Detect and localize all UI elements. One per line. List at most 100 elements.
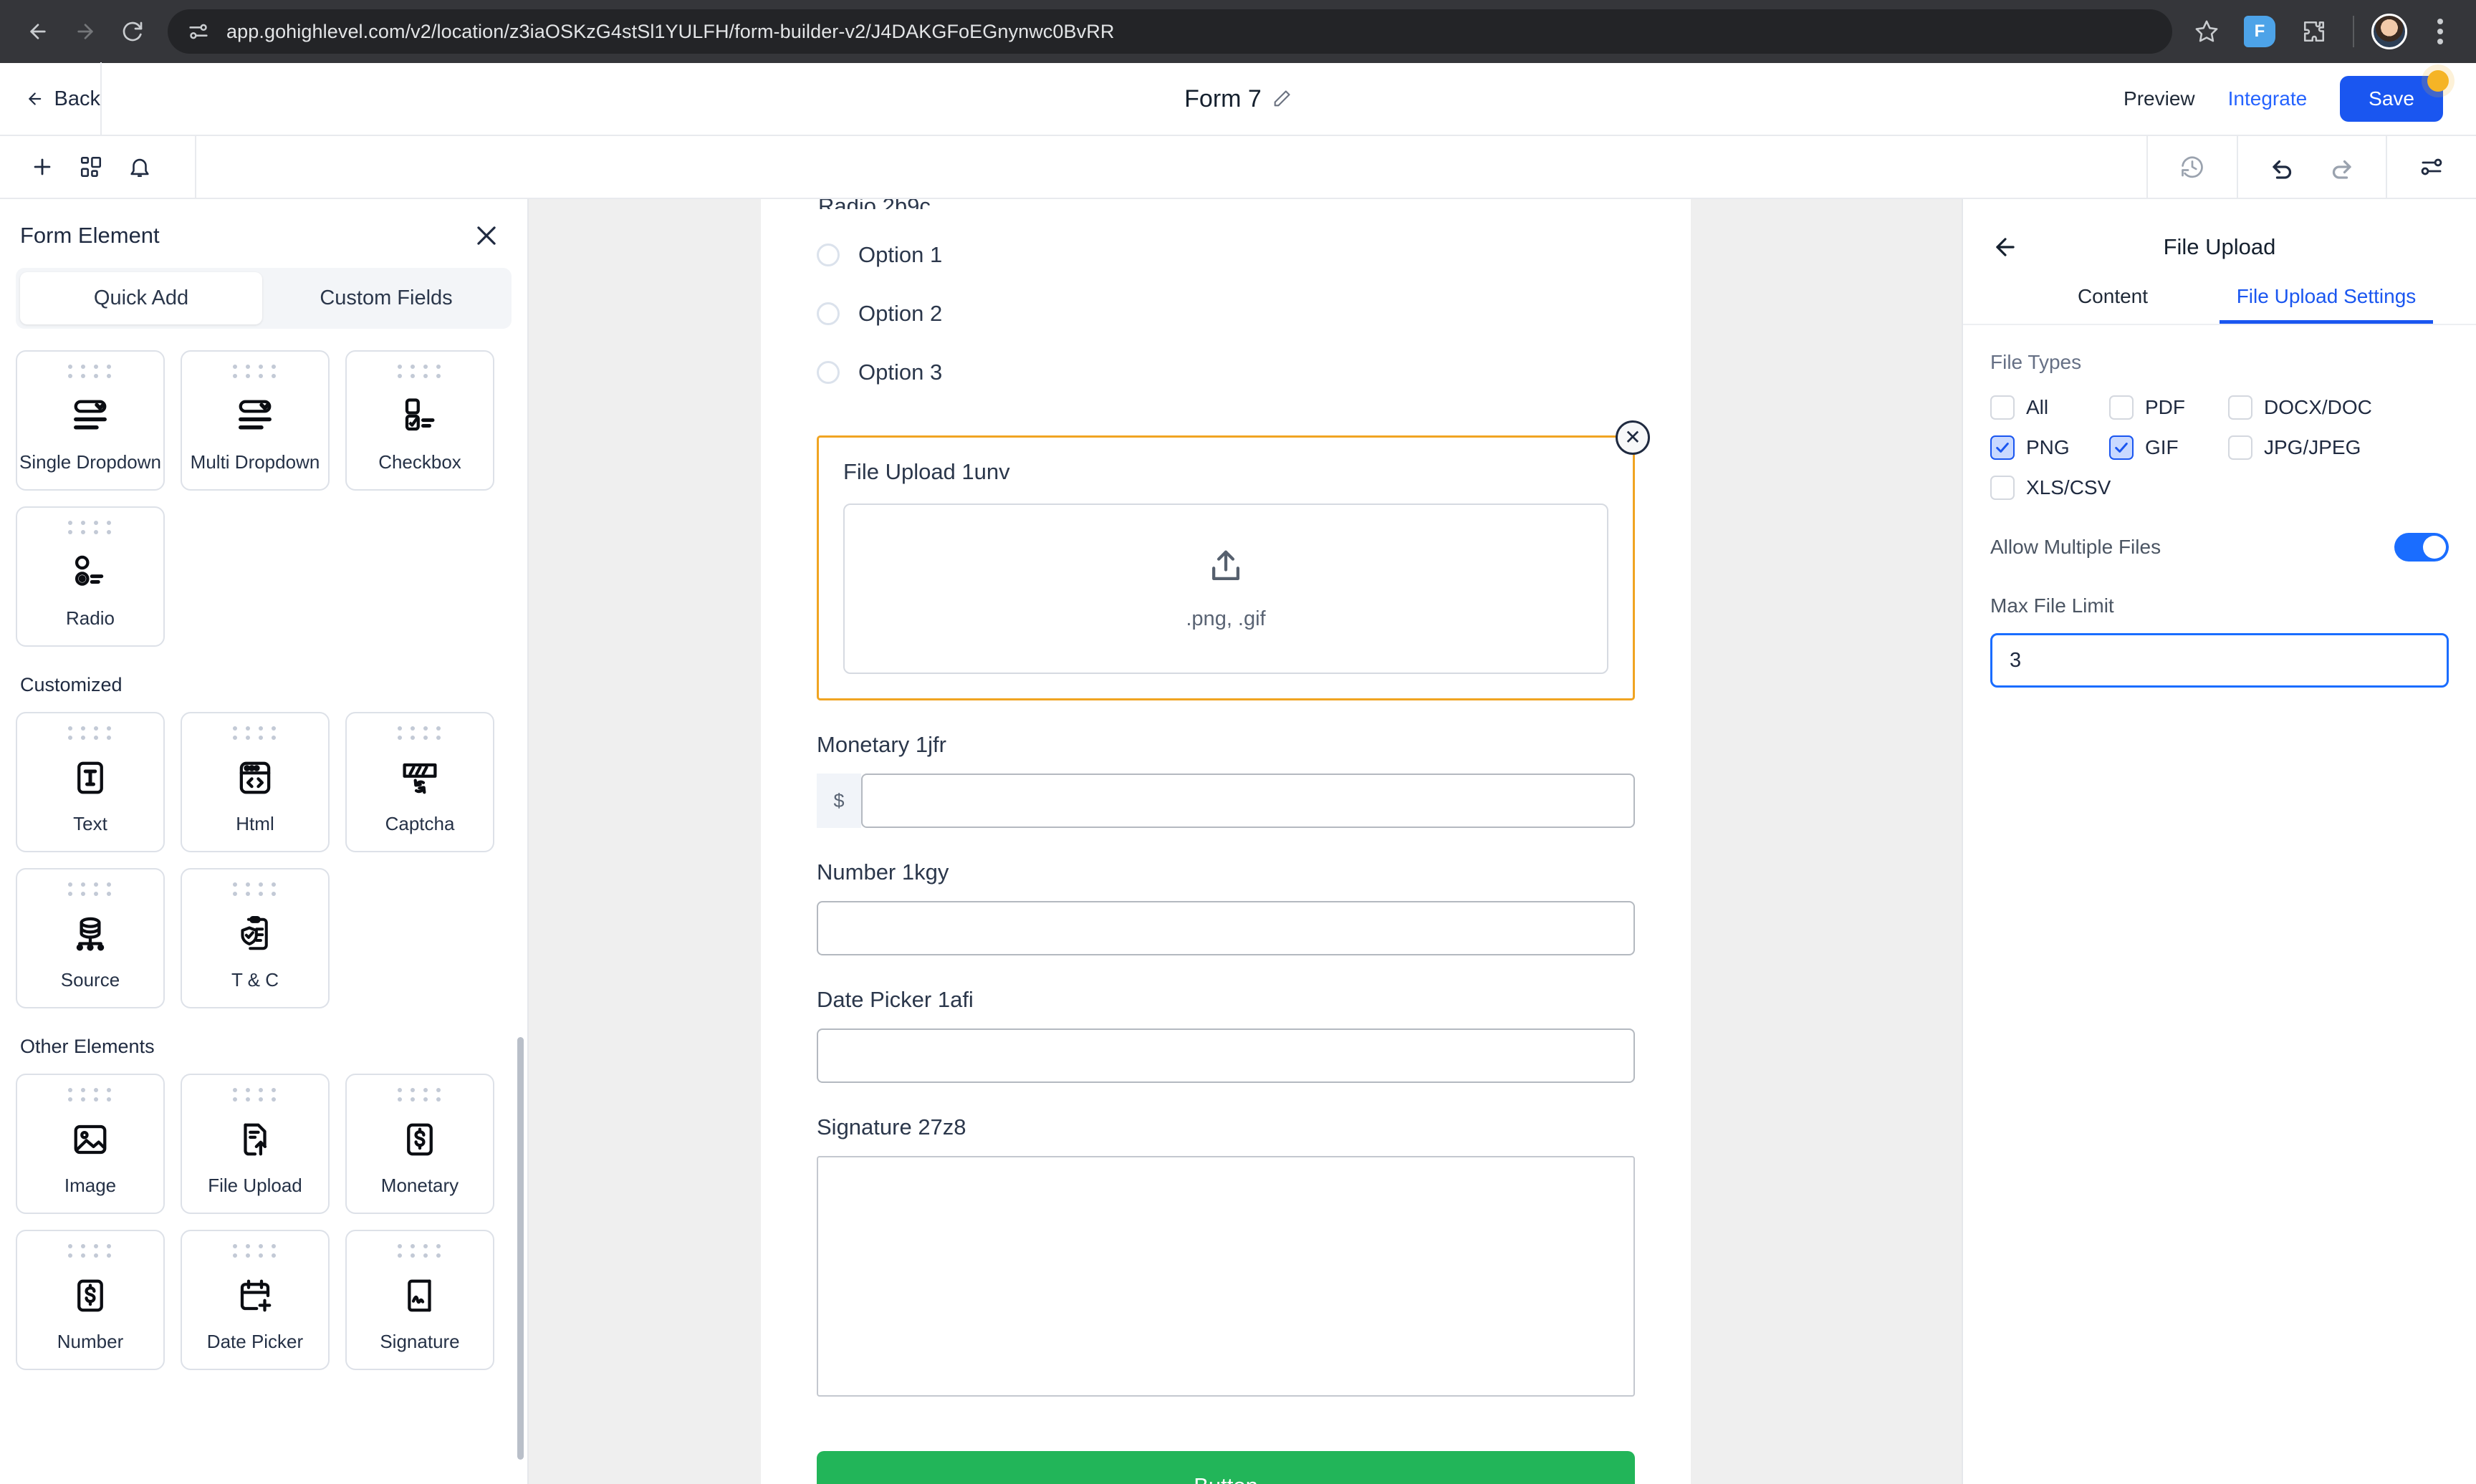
checkbox-xls[interactable]: [1990, 476, 2015, 500]
tab-content[interactable]: Content: [2006, 285, 2220, 324]
settings-panel-header: File Upload: [1963, 199, 2476, 268]
database-source-icon: [71, 906, 110, 962]
browser-forward-button[interactable]: [63, 9, 107, 54]
drag-handle-dots[interactable]: [68, 1244, 113, 1258]
number-field-label: Number 1kgy: [817, 859, 1635, 885]
file-type-option-docx[interactable]: DOCX/DOC: [2228, 395, 2449, 420]
monetary-input[interactable]: [861, 774, 1635, 828]
tab-custom-fields[interactable]: Custom Fields: [265, 272, 507, 324]
checkbox-gif[interactable]: [2109, 435, 2134, 460]
avatar[interactable]: [2371, 14, 2407, 49]
radio-option-label: Option 3: [858, 360, 942, 385]
preview-button[interactable]: Preview: [2124, 87, 2195, 110]
radio-button[interactable]: [817, 244, 840, 266]
file-upload-element-selected[interactable]: ✕ File Upload 1unv .png, .gif: [817, 435, 1635, 700]
file-type-option-png[interactable]: PNG: [1990, 435, 2109, 460]
element-card-multi-dropdown[interactable]: Multi Dropdown: [181, 350, 330, 491]
drag-handle-dots[interactable]: [233, 726, 278, 740]
drag-handle-dots[interactable]: [68, 1088, 113, 1102]
date-picker-input[interactable]: [817, 1028, 1635, 1083]
radio-option-row[interactable]: Option 3: [817, 360, 1635, 385]
remove-circle-icon[interactable]: ✕: [1616, 420, 1650, 455]
file-type-option-pdf[interactable]: PDF: [2109, 395, 2228, 420]
checkbox-jpg[interactable]: [2228, 435, 2252, 460]
element-card-signature[interactable]: Signature: [345, 1230, 494, 1370]
radio-button[interactable]: [817, 361, 840, 384]
element-card-monetary[interactable]: Monetary: [345, 1074, 494, 1214]
monetary-field[interactable]: $: [817, 774, 1635, 828]
drag-handle-dots[interactable]: [68, 726, 113, 740]
file-upload-dropzone[interactable]: .png, .gif: [843, 504, 1608, 674]
element-card-date-picker[interactable]: Date Picker: [181, 1230, 330, 1370]
checkbox-png[interactable]: [1990, 435, 2015, 460]
undo-icon[interactable]: [2270, 154, 2295, 180]
tab-quick-add[interactable]: Quick Add: [20, 272, 262, 324]
drag-handle-dots[interactable]: [68, 521, 113, 534]
browser-reload-button[interactable]: [110, 9, 155, 54]
bell-icon[interactable]: [128, 155, 152, 179]
element-card-single-dropdown[interactable]: Single Dropdown: [16, 350, 165, 491]
allow-multiple-files-toggle[interactable]: [2394, 533, 2449, 562]
radio-option-row[interactable]: Option 1: [817, 242, 1635, 268]
element-card-checkbox[interactable]: Checkbox: [345, 350, 494, 491]
element-card-text[interactable]: Text: [16, 712, 165, 852]
checkbox-docx[interactable]: [2228, 395, 2252, 420]
element-card-source[interactable]: Source: [16, 868, 165, 1008]
toolbar-divider: [2353, 16, 2354, 47]
element-group-basic: Single Dropdown Multi Dropdown Checkbox: [16, 350, 512, 647]
checkbox-pdf[interactable]: [2109, 395, 2134, 420]
element-card-file-upload[interactable]: File Upload: [181, 1074, 330, 1214]
integrate-button[interactable]: Integrate: [2228, 87, 2308, 110]
element-card-html[interactable]: Html: [181, 712, 330, 852]
drag-handle-dots[interactable]: [398, 365, 443, 378]
file-type-option-jpg[interactable]: JPG/JPEG: [2228, 435, 2449, 460]
sliders-icon[interactable]: [2419, 154, 2444, 180]
radio-option-row[interactable]: Option 2: [817, 301, 1635, 327]
extensions-puzzle-icon[interactable]: [2293, 10, 2336, 53]
browser-back-button[interactable]: [16, 9, 60, 54]
close-icon[interactable]: [473, 222, 500, 249]
clock-history-icon[interactable]: [2179, 154, 2205, 180]
drag-handle-dots[interactable]: [233, 365, 278, 378]
element-card-image[interactable]: Image: [16, 1074, 165, 1214]
drag-handle-dots[interactable]: [68, 365, 113, 378]
tab-file-upload-settings[interactable]: File Upload Settings: [2220, 285, 2433, 324]
page-structure-icon[interactable]: [79, 155, 103, 179]
upload-arrow-icon: [1206, 547, 1245, 586]
save-button[interactable]: Save: [2340, 76, 2443, 122]
drag-handle-dots[interactable]: [68, 882, 113, 896]
address-bar[interactable]: app.gohighlevel.com/v2/location/z3iaOSKz…: [168, 9, 2172, 54]
element-card-captcha[interactable]: Captcha: [345, 712, 494, 852]
checkbox-all[interactable]: [1990, 395, 2015, 420]
radio-button[interactable]: [817, 302, 840, 325]
file-types-checkbox-grid: All PDF DOCX/DOC PNG: [1990, 395, 2449, 500]
element-card-label: Checkbox: [378, 451, 461, 473]
drag-handle-dots[interactable]: [233, 882, 278, 896]
drag-handle-dots[interactable]: [398, 726, 443, 740]
star-icon[interactable]: [2185, 10, 2228, 53]
plus-icon[interactable]: [30, 155, 54, 179]
file-type-option-gif[interactable]: GIF: [2109, 435, 2228, 460]
submit-button[interactable]: Button: [817, 1451, 1635, 1484]
browser-toolbar: app.gohighlevel.com/v2/location/z3iaOSKz…: [0, 0, 2476, 63]
pencil-icon[interactable]: [1272, 89, 1292, 109]
max-file-limit-input[interactable]: 3: [1990, 633, 2449, 688]
element-card-label: Single Dropdown: [19, 451, 161, 473]
three-dot-menu-icon[interactable]: [2420, 11, 2460, 52]
element-card-number[interactable]: Number: [16, 1230, 165, 1370]
drag-handle-dots[interactable]: [398, 1088, 443, 1102]
form-extension-icon[interactable]: F: [2244, 16, 2275, 47]
file-type-option-xls[interactable]: XLS/CSV: [1990, 476, 2109, 500]
redo-icon[interactable]: [2328, 154, 2354, 180]
element-card-radio[interactable]: Radio: [16, 506, 165, 647]
file-type-option-all[interactable]: All: [1990, 395, 2109, 420]
number-input[interactable]: [817, 901, 1635, 955]
site-settings-icon[interactable]: [186, 19, 211, 44]
drag-handle-dots[interactable]: [233, 1244, 278, 1258]
drag-handle-dots[interactable]: [233, 1088, 278, 1102]
signature-pad[interactable]: [817, 1156, 1635, 1397]
radio-option-label: Option 1: [858, 242, 942, 268]
element-card-terms-conditions[interactable]: T & C: [181, 868, 330, 1008]
drag-handle-dots[interactable]: [398, 1244, 443, 1258]
left-panel-scrollbar[interactable]: [517, 1037, 524, 1460]
